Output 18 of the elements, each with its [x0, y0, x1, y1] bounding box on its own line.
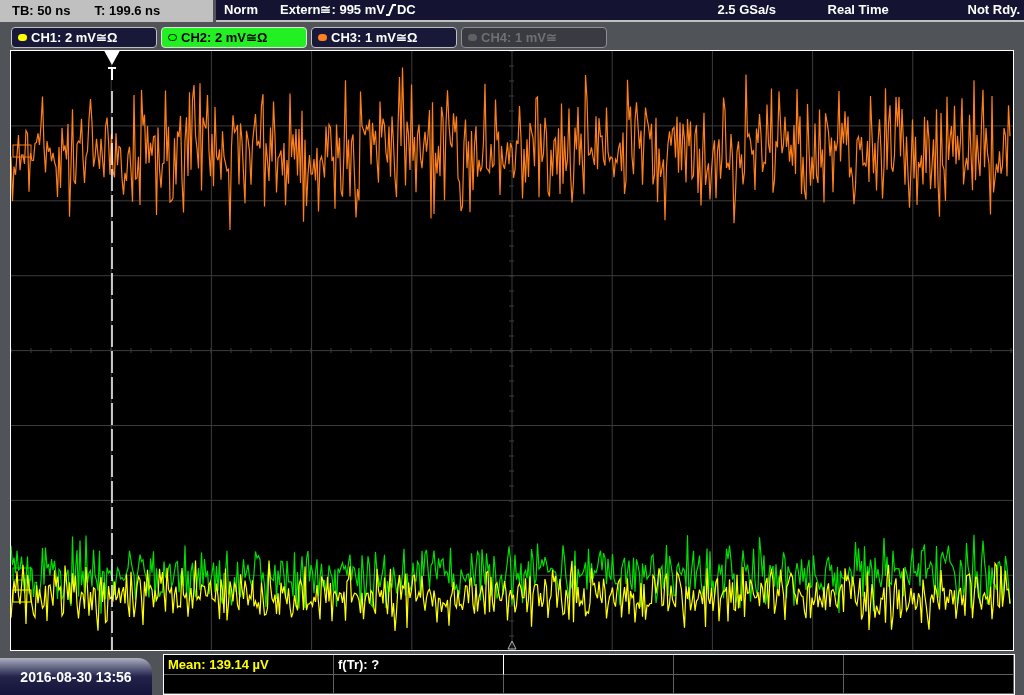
channel-tab[interactable]: CH2: 2 mV≅Ω [161, 27, 307, 48]
channel-tab[interactable]: CH1: 2 mV≅Ω [11, 27, 157, 48]
trigger-time-label: T: 199.6 ns [94, 2, 161, 21]
trigger-coupling-label: DC [396, 1, 416, 20]
channel-marker-icon [12, 589, 32, 603]
channel-marker-icon [12, 567, 32, 581]
rising-edge-icon [385, 4, 396, 16]
trigger-level-icon [507, 640, 517, 650]
channel-marker-icon [12, 144, 32, 158]
channel-tab[interactable]: CH3: 1 mV≅Ω [311, 27, 457, 48]
acquisition-state-label: Not Rdy. [967, 1, 1021, 20]
acquisition-mode-label: Real Time [827, 1, 890, 20]
trigger-source-label: Extern≅: 995 mV [280, 1, 385, 20]
timebase-label: TB: 50 ns [12, 2, 71, 21]
measurement-value: Mean: 139.14 µV [168, 657, 269, 672]
sample-rate-label: 2.5 GSa/s [717, 1, 778, 20]
trigger-mode-label: Norm [224, 1, 259, 20]
measurement-value: f(Tr): ? [338, 657, 380, 672]
